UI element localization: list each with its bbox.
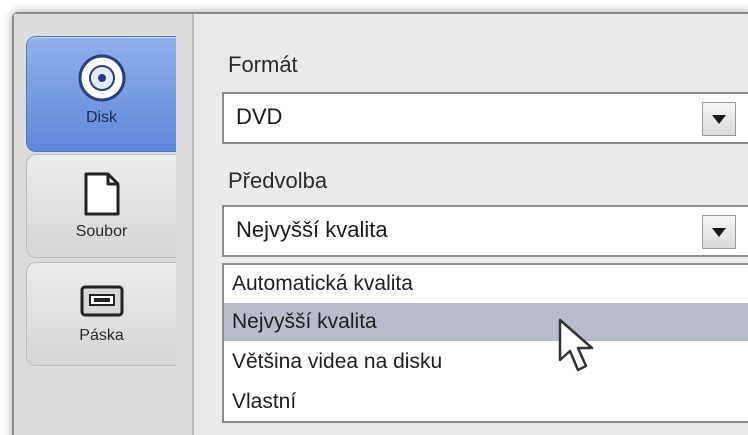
format-value: DVD [236,104,283,129]
tab-disk[interactable]: Disk [26,36,176,152]
tape-icon [80,285,124,317]
format-dropdown-arrow[interactable] [702,102,736,136]
preset-value: Nejvyšší kvalita [236,217,388,242]
chevron-down-icon [712,114,726,124]
format-select[interactable]: DVD [222,92,748,144]
mouse-cursor-icon [556,318,596,379]
tab-tape[interactable]: Páska [26,262,176,366]
preset-dropdown-arrow[interactable] [702,215,736,249]
tab-file-label: Soubor [75,223,128,240]
option-most-video[interactable]: Většina videa na disku [224,343,748,381]
disc-icon [77,53,127,103]
tab-tape-label: Páska [79,327,124,344]
tab-strip: Disk Soubor Páska [14,14,194,435]
file-icon [82,171,122,217]
format-label: Formát [228,52,298,77]
preset-dropdown-list: Automatická kvalita Nejvyšší kvalita Vět… [222,263,748,423]
preset-select[interactable]: Nejvyšší kvalita [222,205,748,257]
chevron-down-icon [712,227,726,237]
option-custom[interactable]: Vlastní [224,383,748,421]
preset-label: Předvolba [228,168,328,193]
tab-file[interactable]: Soubor [26,154,176,258]
option-auto-quality[interactable]: Automatická kvalita [224,265,748,303]
tab-disk-label: Disk [85,109,118,126]
option-highest-quality[interactable]: Nejvyšší kvalita [224,303,748,341]
